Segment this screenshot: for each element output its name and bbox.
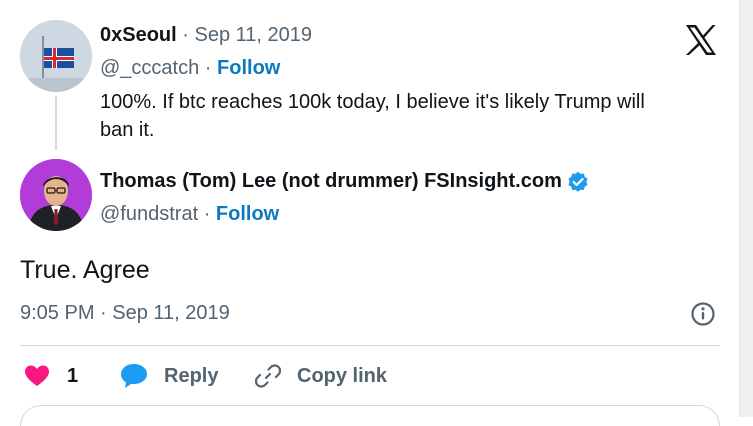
like-count: 1 bbox=[67, 364, 79, 387]
heart-icon bbox=[24, 364, 50, 388]
main-follow-button[interactable]: Follow bbox=[216, 203, 279, 225]
profile-photo-image bbox=[20, 159, 92, 231]
quoted-tweet-text: 100%. If btc reaches 100k today, I belie… bbox=[100, 88, 645, 144]
iceland-flag-avatar-image bbox=[20, 20, 92, 92]
quoted-display-name[interactable]: 0xSeoul bbox=[100, 24, 177, 46]
like-button[interactable]: 1 bbox=[24, 363, 78, 389]
copy-link-button[interactable]: Copy link bbox=[254, 363, 388, 389]
avatar-fundstrat[interactable] bbox=[20, 159, 92, 231]
quoted-text-line-2: ban it. bbox=[100, 119, 155, 141]
quoted-follow-separator: · bbox=[204, 57, 212, 79]
speech-bubble-icon bbox=[120, 363, 148, 389]
thread-connector-line bbox=[55, 96, 57, 150]
quoted-handle[interactable]: @_cccatch bbox=[100, 57, 199, 79]
main-handle[interactable]: @fundstrat bbox=[100, 203, 198, 225]
main-display-name[interactable]: Thomas (Tom) Lee (not drummer) FSInsight… bbox=[100, 170, 562, 193]
reply-label: Reply bbox=[164, 364, 219, 387]
main-tweet-text: True. Agree bbox=[20, 256, 150, 284]
link-icon bbox=[254, 363, 282, 389]
verified-badge-icon bbox=[567, 171, 589, 193]
x-logo-icon[interactable] bbox=[684, 24, 718, 56]
main-follow-separator: · bbox=[203, 203, 211, 225]
action-divider bbox=[20, 345, 720, 346]
copy-link-label: Copy link bbox=[297, 364, 388, 387]
info-icon[interactable] bbox=[690, 301, 716, 327]
quoted-text-line-1: 100%. If btc reaches 100k today, I belie… bbox=[100, 91, 645, 113]
scrollbar[interactable] bbox=[739, 0, 753, 417]
reply-button[interactable]: Reply bbox=[120, 363, 218, 389]
quoted-separator: · bbox=[182, 24, 189, 46]
tweet-timestamp[interactable]: 9:05 PM · Sep 11, 2019 bbox=[20, 302, 230, 325]
quoted-date[interactable]: Sep 11, 2019 bbox=[195, 24, 313, 46]
avatar-0xseoul[interactable] bbox=[20, 20, 92, 92]
read-replies-box[interactable] bbox=[20, 405, 720, 426]
quoted-follow-button[interactable]: Follow bbox=[217, 57, 280, 79]
